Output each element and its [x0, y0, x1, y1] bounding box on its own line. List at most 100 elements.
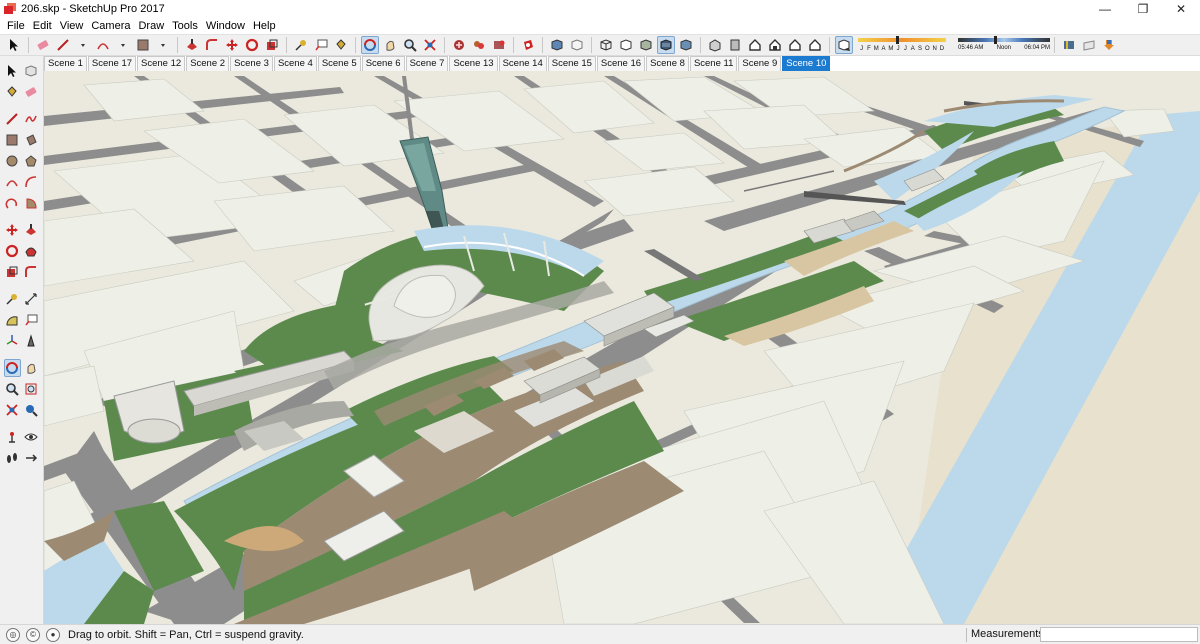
tab-scene-5[interactable]: Scene 5: [317, 56, 361, 71]
follow-me-icon[interactable]: [23, 242, 40, 260]
move-tool-icon[interactable]: [223, 36, 241, 54]
scale-icon[interactable]: [4, 263, 21, 281]
position-camera-icon[interactable]: [4, 428, 21, 446]
dimension-icon[interactable]: [23, 290, 40, 308]
tab-scene-8[interactable]: Scene 8: [646, 56, 689, 71]
menu-file[interactable]: File: [3, 20, 29, 32]
paint-bucket-tool-icon[interactable]: [332, 36, 350, 54]
pan-tool-icon[interactable]: [381, 36, 399, 54]
look-around-icon[interactable]: [23, 428, 40, 446]
text-tool-icon[interactable]: [312, 36, 330, 54]
right-view-icon[interactable]: [766, 36, 784, 54]
previous-view-icon[interactable]: [23, 401, 40, 419]
pencil-line-icon[interactable]: [4, 110, 21, 128]
hidden-line-style-icon[interactable]: [617, 36, 635, 54]
menu-tools[interactable]: Tools: [168, 20, 202, 32]
tab-scene-17[interactable]: Scene 17: [87, 56, 137, 71]
drawing-viewport[interactable]: [44, 71, 1200, 624]
polygon-icon[interactable]: [23, 152, 40, 170]
eraser-icon[interactable]: [23, 83, 40, 101]
measurements-input[interactable]: [1040, 627, 1198, 642]
shaded-textures-style-icon[interactable]: [657, 36, 675, 54]
pie-icon[interactable]: [23, 194, 40, 212]
3d-warehouse-icon[interactable]: [450, 36, 468, 54]
tab-scene-2[interactable]: Scene 2: [186, 56, 230, 71]
push-pull-tool-icon[interactable]: [183, 36, 201, 54]
scale-tool-icon[interactable]: [263, 36, 281, 54]
select-icon[interactable]: [4, 62, 21, 80]
minimize-button[interactable]: —: [1086, 0, 1124, 18]
front-view-icon[interactable]: [746, 36, 764, 54]
circle-icon[interactable]: [4, 152, 21, 170]
maximize-button[interactable]: ❐: [1124, 0, 1162, 18]
zoom-icon[interactable]: [4, 380, 21, 398]
move-icon[interactable]: [4, 221, 21, 239]
protractor-icon[interactable]: [4, 311, 21, 329]
line-dropdown-icon[interactable]: [74, 36, 92, 54]
shaded-style-icon[interactable]: [637, 36, 655, 54]
tab-scene-11[interactable]: Scene 11: [689, 56, 738, 71]
text-icon[interactable]: [23, 311, 40, 329]
credits-icon[interactable]: ©: [26, 627, 40, 642]
top-view-icon[interactable]: [726, 36, 744, 54]
offset-tool-icon[interactable]: [203, 36, 221, 54]
freehand-icon[interactable]: [23, 110, 40, 128]
menu-window[interactable]: Window: [202, 20, 249, 32]
select-tool-icon[interactable]: [5, 36, 23, 54]
orbit-icon[interactable]: [4, 359, 21, 377]
tab-scene-15[interactable]: Scene 15: [547, 56, 596, 71]
orbit-tool-icon[interactable]: [361, 36, 379, 54]
tab-scene-10[interactable]: Scene 10: [782, 56, 831, 71]
tab-scene-16[interactable]: Scene 16: [596, 56, 646, 71]
menu-view[interactable]: View: [56, 20, 88, 32]
display-section-cuts-icon[interactable]: [1100, 36, 1118, 54]
monochrome-style-icon[interactable]: [677, 36, 695, 54]
geo-location-icon[interactable]: ◎: [6, 627, 20, 642]
tape-measure-tool-icon[interactable]: [292, 36, 310, 54]
wireframe-style-icon[interactable]: [597, 36, 615, 54]
menu-help[interactable]: Help: [249, 20, 280, 32]
pan-icon[interactable]: [23, 359, 39, 377]
tab-scene-4[interactable]: Scene 4: [273, 56, 317, 71]
zoom-extents-tool-icon[interactable]: [421, 36, 439, 54]
tab-scene-9[interactable]: Scene 9: [738, 56, 782, 71]
arc-tool-icon[interactable]: [94, 36, 112, 54]
extension-warehouse-icon[interactable]: [490, 36, 508, 54]
zoom-tool-icon[interactable]: [401, 36, 419, 54]
walk-icon[interactable]: [4, 449, 21, 467]
layout-send-icon[interactable]: [519, 36, 537, 54]
rectangle-dropdown-icon[interactable]: [154, 36, 172, 54]
rotate-tool-icon[interactable]: [243, 36, 261, 54]
menu-draw[interactable]: Draw: [134, 20, 168, 32]
tab-scene-6[interactable]: Scene 6: [361, 56, 405, 71]
two-point-arc-icon[interactable]: [23, 173, 40, 191]
back-edges-style-icon[interactable]: [568, 36, 586, 54]
date-slider-thumb[interactable]: [896, 36, 899, 44]
rectangle-icon[interactable]: [4, 131, 21, 149]
paint-bucket-icon[interactable]: [4, 83, 21, 101]
tab-scene-14[interactable]: Scene 14: [498, 56, 547, 71]
zoom-extents-icon[interactable]: [4, 401, 21, 419]
close-button[interactable]: ✕: [1162, 0, 1200, 18]
rectangle-tool-icon[interactable]: [134, 36, 152, 54]
xray-style-icon[interactable]: [548, 36, 566, 54]
section-plane-tool-icon[interactable]: [23, 449, 40, 467]
user-account-icon[interactable]: ●: [46, 627, 60, 642]
tab-scene-3[interactable]: Scene 3: [230, 56, 273, 71]
arc-icon[interactable]: [4, 173, 21, 191]
rotated-rectangle-icon[interactable]: [23, 131, 40, 149]
push-pull-icon[interactable]: [23, 221, 40, 239]
tab-scene-12[interactable]: Scene 12: [137, 56, 186, 71]
iso-view-icon[interactable]: [706, 36, 724, 54]
make-component-icon[interactable]: [23, 62, 40, 80]
arc-dropdown-icon[interactable]: [114, 36, 132, 54]
zoom-window-icon[interactable]: [23, 380, 40, 398]
line-tool-icon[interactable]: [54, 36, 72, 54]
date-slider[interactable]: JFMAMJJASOND: [858, 36, 948, 54]
section-plane-icon[interactable]: [1060, 36, 1078, 54]
shadows-toggle-icon[interactable]: [835, 36, 853, 54]
left-view-icon[interactable]: [806, 36, 824, 54]
tab-scene-7[interactable]: Scene 7: [405, 56, 449, 71]
tab-scene-13[interactable]: Scene 13: [449, 56, 498, 71]
eraser-tool-icon[interactable]: [34, 36, 52, 54]
